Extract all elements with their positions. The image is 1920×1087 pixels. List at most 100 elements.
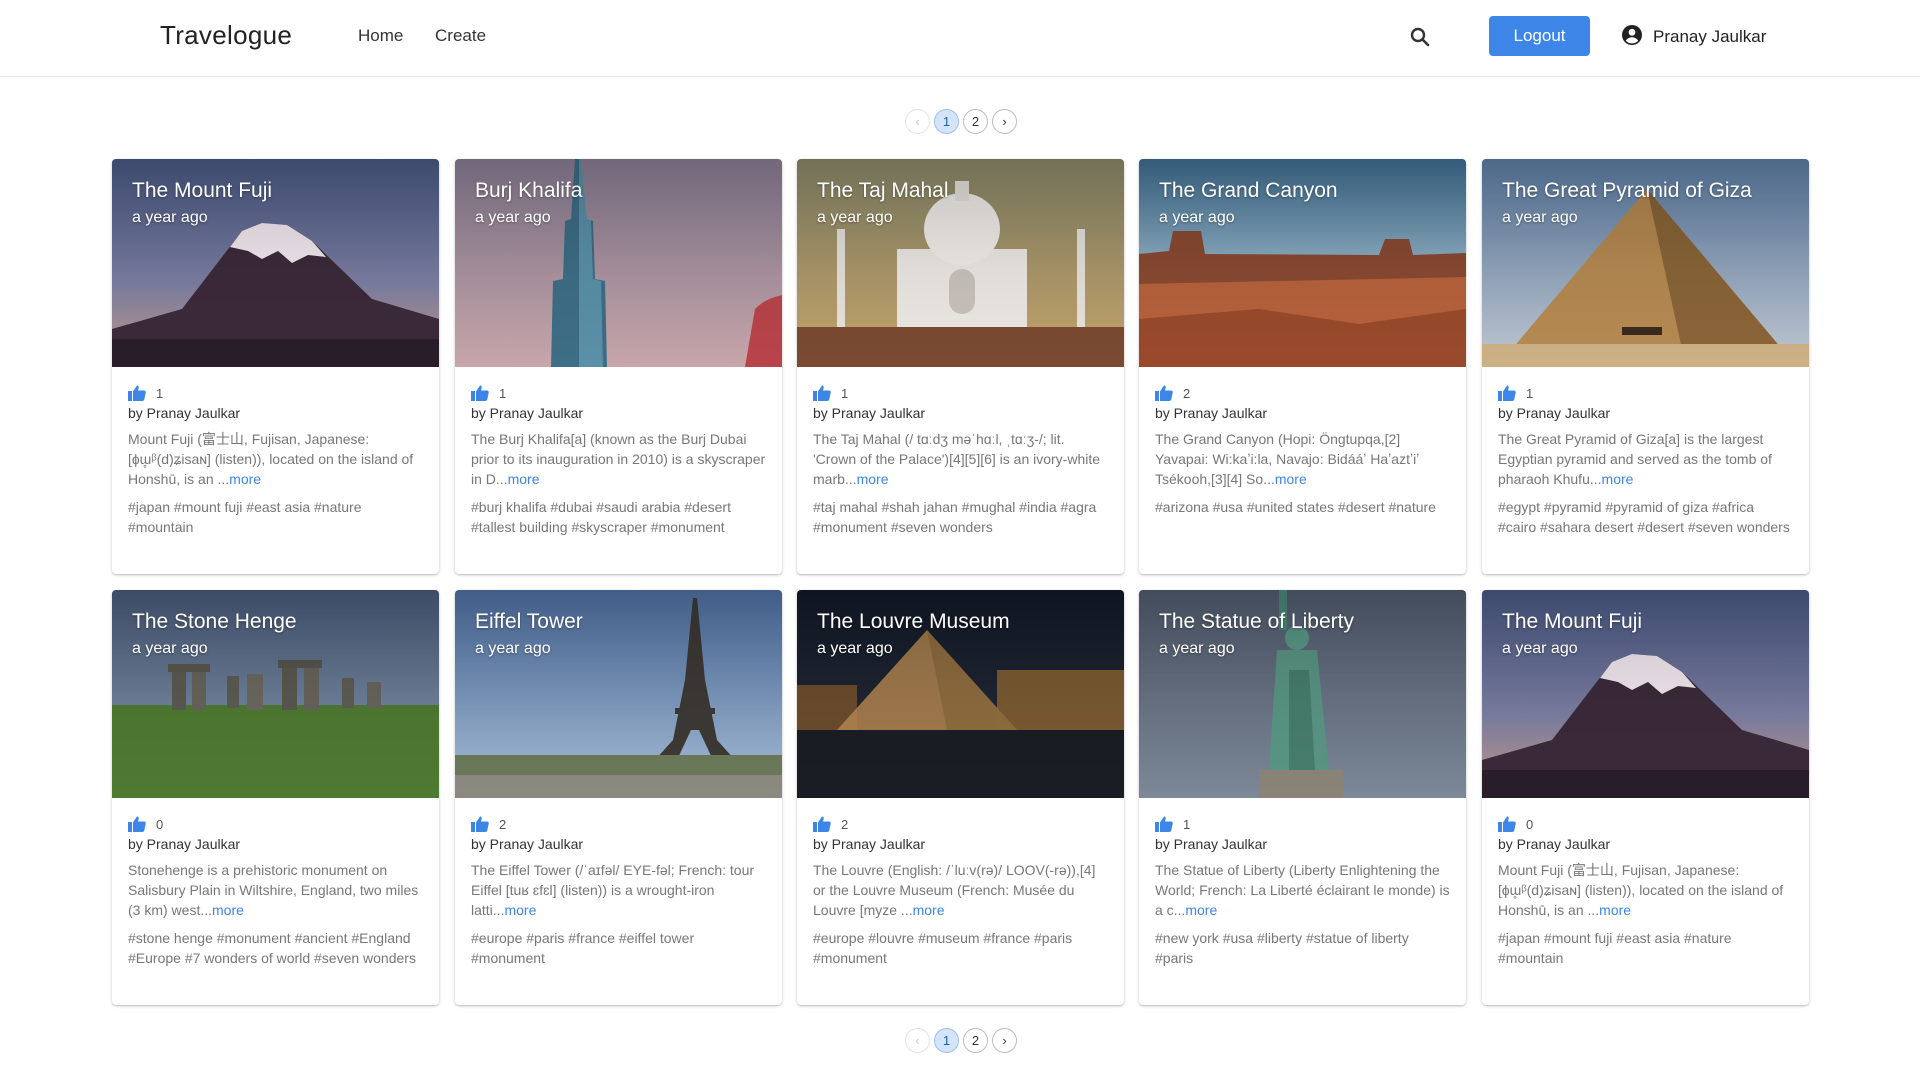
post-time: a year ago: [1502, 640, 1578, 657]
post-image[interactable]: The Great Pyramid of Giza a year ago: [1482, 159, 1809, 367]
post-tags: #arizona #usa #united states #desert #na…: [1155, 499, 1436, 515]
thumbs-up-icon[interactable]: [1155, 385, 1173, 401]
post-title[interactable]: The Grand Canyon: [1159, 179, 1338, 203]
nav-create-link[interactable]: Create: [435, 26, 486, 46]
pagination-bottom: ‹ 1 2 ›: [905, 1028, 1017, 1054]
post-time: a year ago: [132, 209, 208, 226]
post-title[interactable]: The Great Pyramid of Giza: [1502, 179, 1752, 203]
post-image[interactable]: The Mount Fuji a year ago: [112, 159, 439, 367]
post-tags: #egypt #pyramid #pyramid of giza #africa…: [1498, 499, 1790, 535]
post-image[interactable]: The Louvre Museum a year ago: [797, 590, 1124, 798]
post-title[interactable]: The Louvre Museum: [817, 610, 1010, 634]
post-image[interactable]: The Stone Henge a year ago: [112, 590, 439, 798]
post-time: a year ago: [1159, 209, 1235, 226]
post-card[interactable]: The Statue of Liberty a year ago 1 by Pr…: [1139, 590, 1466, 1005]
thumbs-up-icon[interactable]: [128, 816, 146, 832]
account-circle-icon: [1621, 24, 1643, 51]
page-2-button[interactable]: 2: [963, 1028, 988, 1053]
post-card[interactable]: The Louvre Museum a year ago 2 by Pranay…: [797, 590, 1124, 1005]
post-title[interactable]: The Statue of Liberty: [1159, 610, 1354, 634]
post-author: by Pranay Jaulkar: [813, 405, 926, 421]
post-tags: #new york #usa #liberty #statue of liber…: [1155, 930, 1409, 966]
post-time: a year ago: [817, 640, 893, 657]
post-description: The Great Pyramid of Giza[a] is the larg…: [1498, 429, 1793, 489]
top-navbar: Travelogue Home Create Logout Pranay Jau…: [0, 0, 1920, 77]
post-tags: #japan #mount fuji #east asia #nature #m…: [128, 499, 362, 535]
post-image[interactable]: The Statue of Liberty a year ago: [1139, 590, 1466, 798]
like-count: 2: [499, 816, 507, 832]
page-2-button[interactable]: 2: [963, 109, 988, 134]
post-card[interactable]: The Taj Mahal a year ago 1 by Pranay Jau…: [797, 159, 1124, 574]
more-link[interactable]: more: [857, 471, 889, 487]
page-1-button[interactable]: 1: [934, 109, 959, 134]
prev-page-button[interactable]: ‹: [905, 1028, 930, 1053]
post-card[interactable]: Eiffel Tower a year ago 2 by Pranay Jaul…: [455, 590, 782, 1005]
thumbs-up-icon[interactable]: [1498, 385, 1516, 401]
thumbs-up-icon[interactable]: [1498, 816, 1516, 832]
thumbs-up-icon[interactable]: [471, 385, 489, 401]
post-title[interactable]: The Mount Fuji: [1502, 610, 1642, 634]
user-menu[interactable]: Pranay Jaulkar: [1621, 24, 1766, 50]
page-1-button[interactable]: 1: [934, 1028, 959, 1053]
post-card[interactable]: The Grand Canyon a year ago 2 by Pranay …: [1139, 159, 1466, 574]
post-description: Mount Fuji (富士山, Fujisan, Japanese: [ɸɯ̥…: [128, 429, 423, 489]
thumbs-up-icon[interactable]: [471, 816, 489, 832]
like-count: 2: [1183, 385, 1191, 401]
more-link[interactable]: more: [1599, 902, 1631, 918]
post-author: by Pranay Jaulkar: [1498, 405, 1611, 421]
post-title[interactable]: The Stone Henge: [132, 610, 297, 634]
like-count: 2: [841, 816, 849, 832]
post-card[interactable]: The Great Pyramid of Giza a year ago 1 b…: [1482, 159, 1809, 574]
post-card[interactable]: The Mount Fuji a year ago 1 by Pranay Ja…: [112, 159, 439, 574]
post-image[interactable]: The Grand Canyon a year ago: [1139, 159, 1466, 367]
post-description: Stonehenge is a prehistoric monument on …: [128, 860, 423, 920]
more-link[interactable]: more: [1602, 471, 1634, 487]
more-link[interactable]: more: [212, 902, 244, 918]
post-author: by Pranay Jaulkar: [813, 836, 926, 852]
post-title[interactable]: The Mount Fuji: [132, 179, 272, 203]
post-description: The Burj Khalifa[a] (known as the Burj D…: [471, 429, 766, 489]
more-link[interactable]: more: [508, 471, 540, 487]
next-page-button[interactable]: ›: [992, 1028, 1017, 1053]
post-card[interactable]: Burj Khalifa a year ago 1 by Pranay Jaul…: [455, 159, 782, 574]
post-author: by Pranay Jaulkar: [471, 836, 584, 852]
post-tags: #europe #louvre #museum #france #paris #…: [813, 930, 1073, 966]
thumbs-up-icon[interactable]: [128, 385, 146, 401]
like-count: 1: [1526, 385, 1534, 401]
nav-home-link[interactable]: Home: [358, 26, 403, 46]
thumbs-up-icon[interactable]: [1155, 816, 1173, 832]
post-time: a year ago: [817, 209, 893, 226]
post-image[interactable]: Eiffel Tower a year ago: [455, 590, 782, 798]
search-icon[interactable]: [1408, 25, 1432, 49]
next-page-button[interactable]: ›: [992, 109, 1017, 134]
post-image[interactable]: The Taj Mahal a year ago: [797, 159, 1124, 367]
post-card[interactable]: The Stone Henge a year ago 0 by Pranay J…: [112, 590, 439, 1005]
like-count: 1: [156, 385, 164, 401]
post-description: The Louvre (English: /ˈluːv(rə)/ LOOV(-r…: [813, 860, 1108, 920]
more-link[interactable]: more: [1185, 902, 1217, 918]
prev-page-button[interactable]: ‹: [905, 109, 930, 134]
more-link[interactable]: more: [913, 902, 945, 918]
more-link[interactable]: more: [229, 471, 261, 487]
post-card[interactable]: The Mount Fuji a year ago 0 by Pranay Ja…: [1482, 590, 1809, 1005]
post-author: by Pranay Jaulkar: [128, 836, 241, 852]
more-link[interactable]: more: [1275, 471, 1307, 487]
logout-button[interactable]: Logout: [1489, 16, 1590, 56]
more-link[interactable]: more: [504, 902, 536, 918]
post-title[interactable]: Burj Khalifa: [475, 179, 582, 203]
thumbs-up-icon[interactable]: [813, 816, 831, 832]
post-time: a year ago: [1159, 640, 1235, 657]
pagination-top: ‹ 1 2 ›: [905, 109, 1017, 135]
post-time: a year ago: [132, 640, 208, 657]
like-count: 1: [841, 385, 849, 401]
post-image[interactable]: Burj Khalifa a year ago: [455, 159, 782, 367]
brand-logo[interactable]: Travelogue: [160, 20, 292, 51]
description-text: Mount Fuji (富士山, Fujisan, Japanese: [ɸɯ̥…: [128, 431, 414, 487]
post-title[interactable]: The Taj Mahal: [817, 179, 949, 203]
post-tags: #europe #paris #france #eiffel tower #mo…: [471, 930, 695, 966]
post-title[interactable]: Eiffel Tower: [475, 610, 583, 634]
description-text: The Great Pyramid of Giza[a] is the larg…: [1498, 431, 1772, 487]
post-image[interactable]: The Mount Fuji a year ago: [1482, 590, 1809, 798]
thumbs-up-icon[interactable]: [813, 385, 831, 401]
post-description: Mount Fuji (富士山, Fujisan, Japanese: [ɸɯ̥…: [1498, 860, 1793, 920]
